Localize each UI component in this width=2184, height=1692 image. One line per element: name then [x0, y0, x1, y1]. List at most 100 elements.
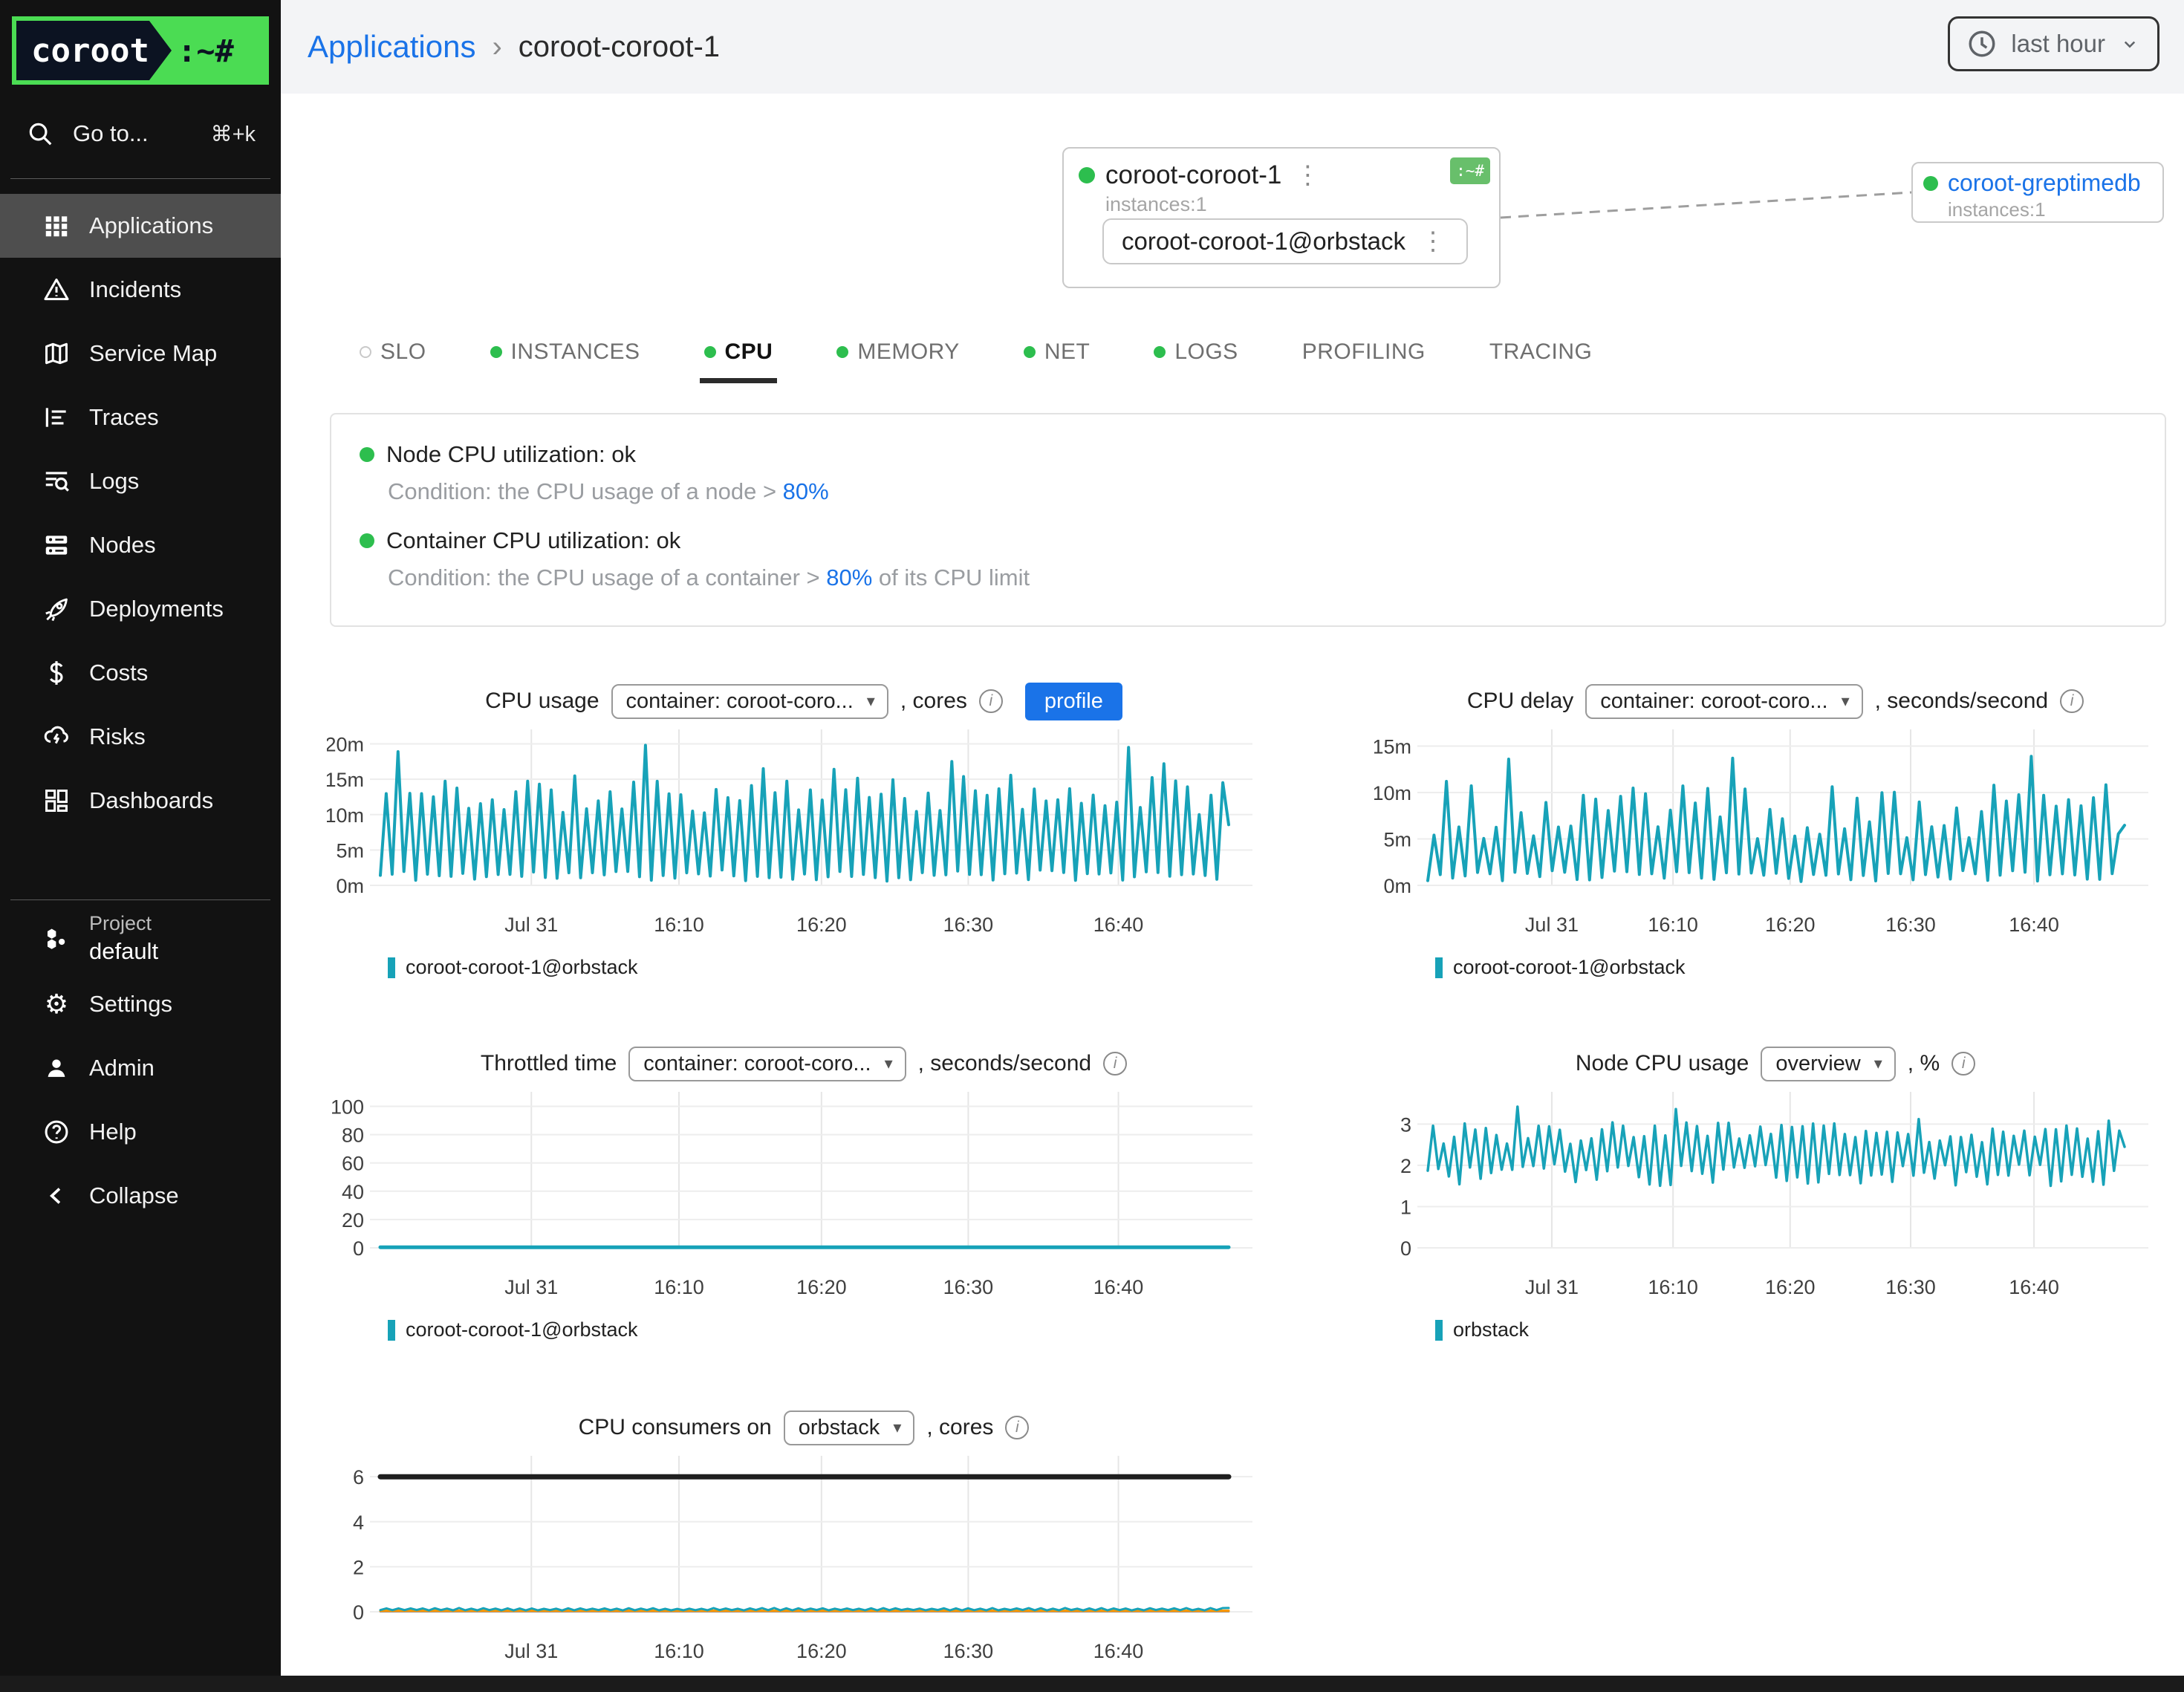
svg-text:16:10: 16:10 — [654, 1276, 704, 1298]
sidebar-item-nodes[interactable]: Nodes — [0, 513, 281, 577]
svg-text:16:30: 16:30 — [1885, 914, 1936, 936]
cpu-consumers-selector[interactable]: orbstack▾ — [784, 1410, 915, 1445]
warning-icon — [42, 275, 71, 305]
svg-text:60: 60 — [342, 1153, 364, 1175]
svg-text:16:40: 16:40 — [1093, 1276, 1144, 1298]
cpu-consumers-unit: , cores — [926, 1415, 993, 1440]
tab-status-dot — [704, 346, 716, 358]
svg-text:3: 3 — [1400, 1113, 1411, 1136]
node-cpu-usage-selector[interactable]: overview▾ — [1761, 1047, 1895, 1081]
sidebar-item-deployments[interactable]: Deployments — [0, 577, 281, 641]
cpu-usage-chart: CPU usagecontainer: coroot-coro...▾, cor… — [327, 680, 1281, 979]
sidebar-item-admin[interactable]: Admin — [0, 1036, 281, 1100]
svg-text:16:20: 16:20 — [1765, 1276, 1816, 1298]
cpu-usage-header: CPU usagecontainer: coroot-coro...▾, cor… — [327, 680, 1281, 722]
cpu-consumers-chart: CPU consumers onorbstack▾, coresi6420Jul… — [327, 1407, 1281, 1692]
sidebar-item-service-map[interactable]: Service Map — [0, 322, 281, 385]
node-cpu-usage-chart: Node CPU usageoverview▾, %i3210Jul 3116:… — [1374, 1043, 2177, 1341]
tab-slo[interactable]: SLO — [360, 321, 426, 383]
tab-status-dot — [360, 346, 371, 358]
svg-text:100: 100 — [331, 1096, 364, 1119]
time-range-label: last hour — [2011, 30, 2105, 58]
svg-text:0m: 0m — [1383, 875, 1411, 897]
tab-memory[interactable]: MEMORY — [836, 321, 959, 383]
tab-cpu[interactable]: CPU — [704, 321, 773, 383]
sidebar-item-settings[interactable]: ⚙ Settings — [0, 972, 281, 1036]
info-icon[interactable]: i — [1103, 1052, 1127, 1076]
map-icon — [42, 339, 71, 368]
breadcrumb-applications-link[interactable]: Applications — [308, 29, 475, 65]
tab-instances[interactable]: INSTANCES — [490, 321, 640, 383]
tab-status-dot — [1024, 346, 1036, 358]
kebab-menu-icon[interactable]: ⋮ — [1417, 227, 1449, 256]
sidebar-item-applications[interactable]: Applications — [0, 194, 281, 258]
tab-logs[interactable]: LOGS — [1154, 321, 1238, 383]
sidebar-item-costs[interactable]: Costs — [0, 641, 281, 705]
svg-text:16:10: 16:10 — [654, 914, 704, 936]
node-cpu-usage-legend: orbstack — [1435, 1318, 2177, 1341]
svg-text:2: 2 — [1400, 1155, 1411, 1177]
cpu-delay-selector[interactable]: container: coroot-coro...▾ — [1585, 684, 1862, 719]
sidebar-item-incidents[interactable]: Incidents — [0, 258, 281, 322]
check-threshold[interactable]: 80% — [826, 564, 872, 590]
svg-text:16:30: 16:30 — [943, 1640, 994, 1662]
cpu-delay-legend: coroot-coroot-1@orbstack — [1435, 956, 2177, 979]
svg-text:15m: 15m — [1374, 736, 1411, 758]
app-card: coroot-coroot-1 ⋮ :~# instances:1 coroot… — [1062, 147, 1501, 288]
legend-item-orbstack[interactable]: orbstack — [1435, 1318, 1529, 1341]
hexagons-icon — [42, 924, 71, 954]
sidebar-item-traces[interactable]: Traces — [0, 385, 281, 449]
svg-text:16:20: 16:20 — [796, 1640, 847, 1662]
dollar-icon — [42, 658, 71, 688]
svg-text:16:30: 16:30 — [943, 1276, 994, 1298]
logs-icon — [42, 466, 71, 496]
legend-item-coroot-coroot-1-orbstack[interactable]: coroot-coroot-1@orbstack — [1435, 956, 1686, 979]
coroot-app: coroot :~# Go to... ⌘+k Applications Inc… — [0, 0, 2184, 1692]
info-icon[interactable]: i — [979, 689, 1003, 713]
info-icon[interactable]: i — [1951, 1052, 1975, 1076]
profile-button[interactable]: profile — [1025, 683, 1122, 720]
status-dot — [1923, 176, 1938, 191]
throttled-time-selector[interactable]: container: coroot-coro...▾ — [628, 1047, 906, 1081]
tab-tracing[interactable]: TRACING — [1489, 321, 1593, 383]
svg-text:Jul 31: Jul 31 — [504, 914, 558, 936]
svg-text:16:40: 16:40 — [2009, 1276, 2059, 1298]
info-icon[interactable]: i — [1005, 1416, 1029, 1439]
instances-label: instances:1 — [1948, 198, 2152, 221]
node-cpu-usage-unit: , % — [1908, 1051, 1940, 1076]
sidebar-item-logs[interactable]: Logs — [0, 449, 281, 513]
coroot-badge: :~# — [1450, 157, 1490, 184]
svg-text:1: 1 — [1400, 1196, 1411, 1218]
goto-search[interactable]: Go to... ⌘+k — [0, 103, 281, 165]
dropdown-caret-icon: ▾ — [893, 1418, 901, 1437]
tab-profiling[interactable]: PROFILING — [1302, 321, 1426, 383]
svg-text:0: 0 — [1400, 1237, 1411, 1260]
check-container-cpu-utilization-ok: Container CPU utilization: ok — [360, 527, 2136, 554]
sidebar-item-collapse[interactable]: Collapse — [0, 1164, 281, 1228]
check-node-cpu-utilization-ok: Node CPU utilization: ok — [360, 441, 2136, 468]
tab-net[interactable]: NET — [1024, 321, 1091, 383]
legend-item-coroot-coroot-1-orbstack[interactable]: coroot-coroot-1@orbstack — [388, 1318, 638, 1341]
instance-name: coroot-coroot-1@orbstack — [1122, 227, 1405, 256]
check-threshold[interactable]: 80% — [783, 478, 829, 504]
legend-item-coroot-coroot-1-orbstack[interactable]: coroot-coroot-1@orbstack — [388, 956, 638, 979]
check-title: Node CPU utilization: ok — [386, 441, 636, 468]
kebab-menu-icon[interactable]: ⋮ — [1292, 160, 1323, 190]
cpu-usage-selector[interactable]: container: coroot-coro...▾ — [611, 684, 888, 719]
svg-text:16:40: 16:40 — [2009, 914, 2059, 936]
linked-app-link[interactable]: coroot-greptimedb — [1948, 169, 2141, 197]
instance-box[interactable]: coroot-coroot-1@orbstack ⋮ — [1102, 218, 1468, 264]
sidebar-item-dashboards[interactable]: Dashboards — [0, 769, 281, 833]
time-range-picker[interactable]: last hour — [1948, 16, 2159, 71]
breadcrumb-current: coroot-coroot-1 — [519, 30, 720, 64]
info-icon[interactable]: i — [2060, 689, 2084, 713]
sidebar-project[interactable]: Project default — [0, 900, 281, 972]
throttled-time-header: Throttled timecontainer: coroot-coro...▾… — [327, 1043, 1281, 1084]
coroot-logo[interactable]: coroot :~# — [12, 16, 269, 85]
sidebar-item-risks[interactable]: Risks — [0, 705, 281, 769]
svg-text:0m: 0m — [336, 875, 364, 897]
gear-icon: ⚙ — [42, 989, 71, 1019]
instances-label: instances:1 — [1105, 193, 1499, 216]
sidebar-item-help[interactable]: Help — [0, 1100, 281, 1164]
svg-text:0: 0 — [353, 1237, 364, 1260]
